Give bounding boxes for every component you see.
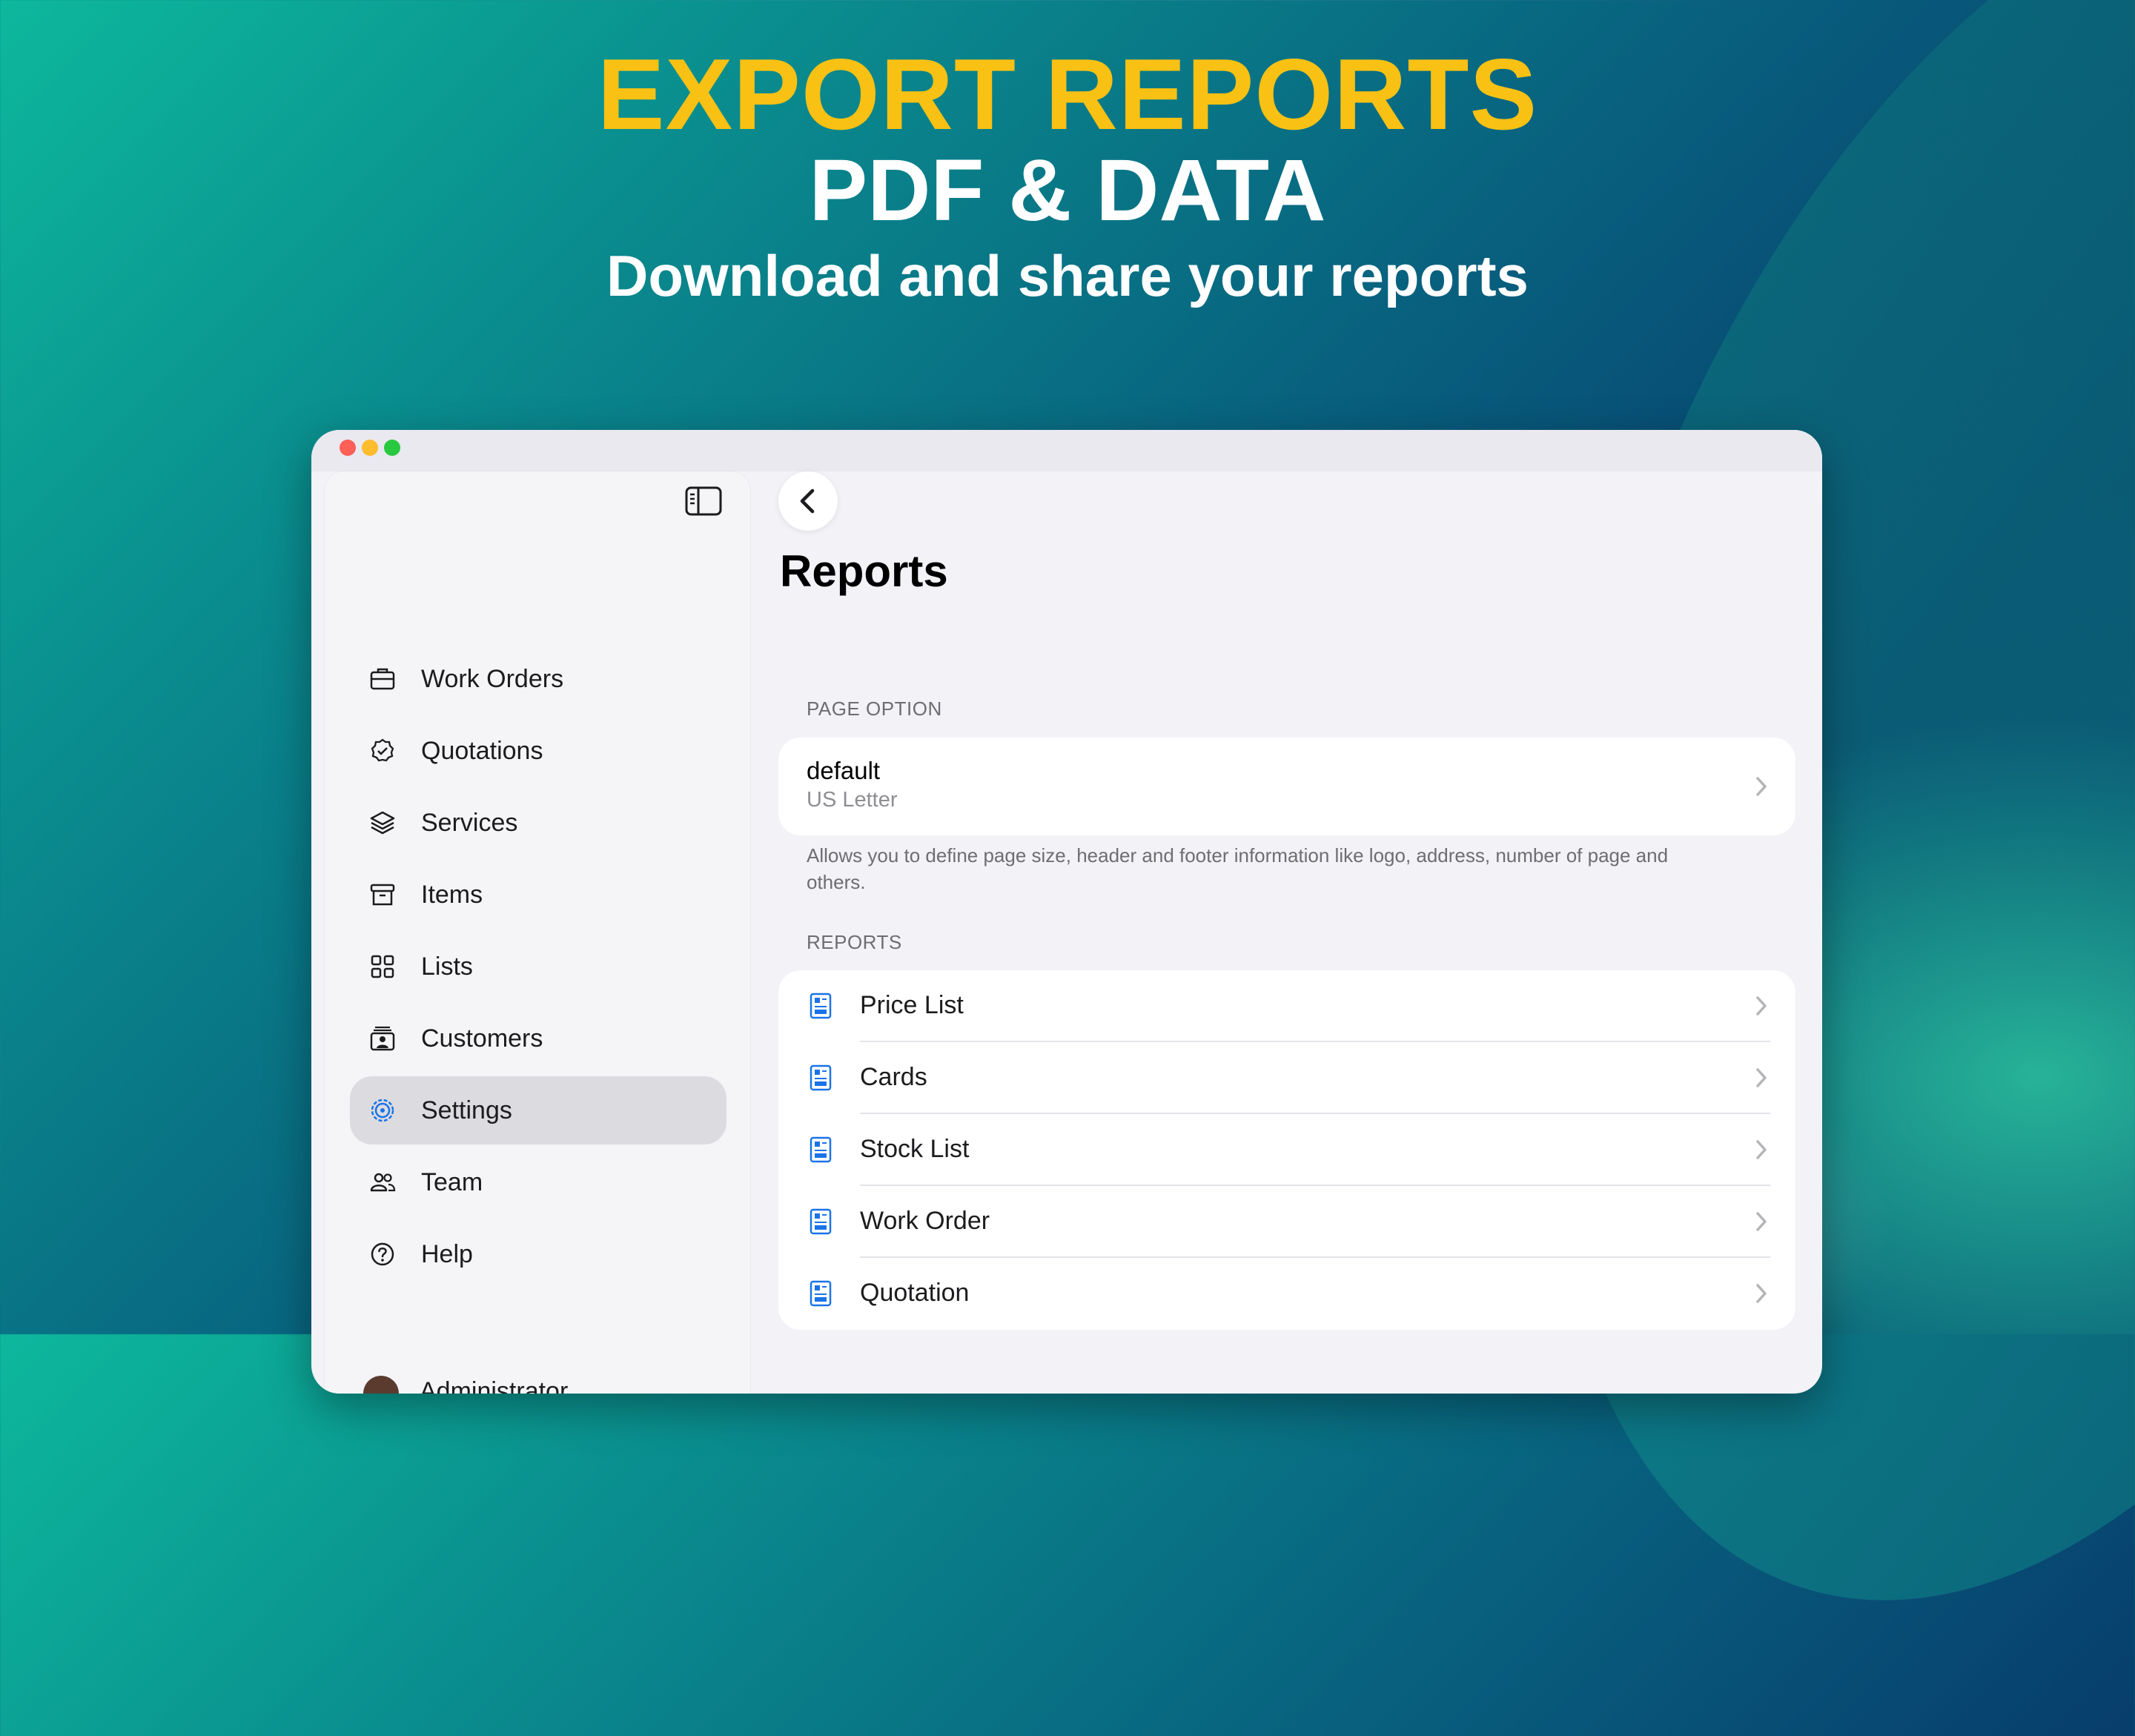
chevron-right-icon [1756,1068,1767,1087]
minimize-window-button[interactable] [362,440,378,456]
sidebar-item-team[interactable]: Team [350,1148,726,1216]
sidebar-item-label: Customers [421,1024,543,1053]
account-label[interactable]: Administrator [420,1377,568,1394]
sidebar-item-lists[interactable]: Lists [350,932,726,1001]
chevron-right-icon [1756,1212,1767,1231]
promo-subheadline: PDF & DATA [809,142,1326,239]
sidebar-item-help[interactable]: Help [350,1220,726,1288]
sidebar-item-settings[interactable]: Settings [350,1076,726,1144]
sidebar-item-items[interactable]: Items [350,861,726,929]
app-window: Work Orders Quotations Services Items Li… [311,430,1822,1394]
back-button[interactable] [778,471,838,531]
sidebar-item-label: Team [421,1167,483,1196]
sidebar-nav: Work Orders Quotations Services Items Li… [350,645,726,1292]
chevron-right-icon [1756,996,1767,1016]
report-row-price-list[interactable]: Price List [778,970,1795,1042]
promo-tagline: Download and share your reports [606,243,1529,308]
reports-section-header: REPORTS [807,931,902,953]
reports-card: Price List Cards Stock List Work Order Q… [778,970,1795,1330]
document-icon [810,1136,832,1163]
page-option-size: US Letter [807,788,898,812]
archive-box-icon [370,884,395,906]
chevron-right-icon [1756,777,1767,796]
sidebar-item-label: Items [421,880,483,909]
sidebar-item-quotations[interactable]: Quotations [350,717,726,785]
sidebar-item-label: Services [421,808,518,837]
page-title: Reports [780,546,948,596]
grid-icon [371,955,394,978]
briefcase-icon [370,668,395,690]
report-label: Stock List [860,1135,970,1163]
page-option-card: default US Letter [778,738,1795,835]
sidebar-item-work-orders[interactable]: Work Orders [350,645,726,713]
people-icon [370,1173,396,1192]
sidebar-item-label: Work Orders [421,664,564,693]
report-row-work-order[interactable]: Work Order [778,1186,1795,1258]
avatar[interactable] [363,1376,399,1394]
report-label: Cards [860,1063,927,1091]
sidebar-item-label: Settings [421,1096,512,1124]
page-option-row[interactable]: default US Letter [778,738,1795,835]
chevron-right-icon [1756,1284,1767,1303]
document-icon [810,1064,832,1091]
layers-icon [370,811,395,835]
promo-headline: EXPORT REPORTS [597,38,1538,150]
sidebar-toggle-icon[interactable] [685,485,722,517]
sidebar-item-label: Quotations [421,736,543,765]
report-label: Quotation [860,1279,970,1307]
chevron-right-icon [1756,1140,1767,1159]
page-option-name: default [807,757,881,784]
report-label: Work Order [860,1207,990,1235]
page-option-footnote: Allows you to define page size, header a… [807,844,1669,893]
question-circle-icon [371,1242,394,1266]
zoom-window-button[interactable] [384,440,400,456]
sidebar-item-services[interactable]: Services [350,789,726,857]
chevron-left-icon [800,488,815,514]
title-bar [311,430,1822,471]
sidebar-item-label: Help [421,1239,473,1268]
gear-icon [371,1099,394,1122]
sidebar: Work Orders Quotations Services Items Li… [325,471,750,1394]
report-row-stock-list[interactable]: Stock List [778,1114,1795,1186]
close-window-button[interactable] [340,440,356,456]
sidebar-item-label: Lists [421,952,473,981]
document-icon [810,1208,832,1235]
page-option-section-header: PAGE OPTION [807,698,942,720]
report-label: Price List [860,991,964,1019]
main-content: Reports PAGE OPTION default US Letter Al… [778,471,1809,1394]
report-row-quotation[interactable]: Quotation [778,1258,1795,1330]
seal-check-icon [371,738,394,762]
document-icon [810,993,832,1019]
document-icon [810,1280,832,1307]
sidebar-item-customers[interactable]: Customers [350,1004,726,1073]
contact-card-icon [370,1026,395,1051]
report-row-cards[interactable]: Cards [778,1042,1795,1114]
